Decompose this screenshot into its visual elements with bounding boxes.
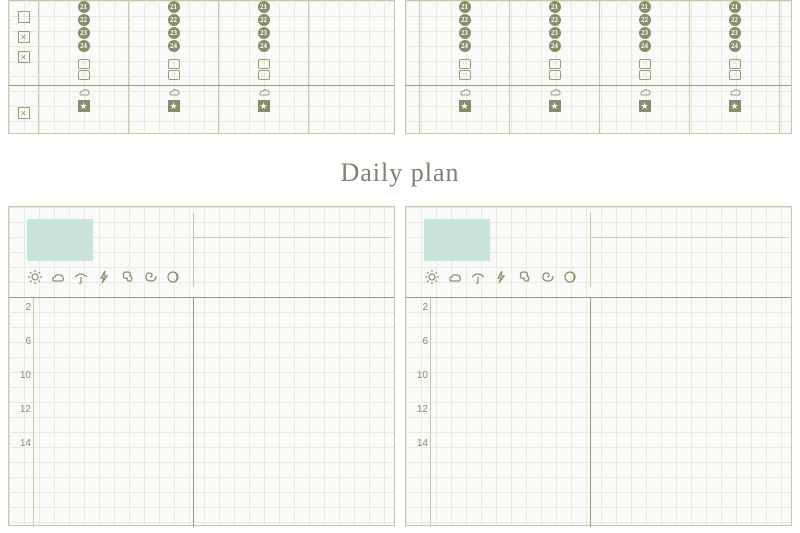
weather-mini-icon (639, 86, 651, 98)
time-label: 6 (13, 336, 31, 370)
star-icon: ★ (459, 100, 471, 112)
star-icon: ★ (729, 100, 741, 112)
hour-badge: 21 (78, 1, 90, 13)
weather-row (424, 269, 578, 285)
weather-mini-icon (258, 86, 270, 98)
wind-icon (516, 269, 532, 285)
spiral-icon (539, 269, 555, 285)
daily-body: 2 6 10 12 14 (406, 297, 791, 527)
spacer-column (406, 1, 420, 133)
spiral-icon (142, 269, 158, 285)
time-label: 14 (13, 438, 31, 472)
mood-face-icon: ·· (78, 70, 90, 80)
checkbox-column: ✕ ✕ ✕ (9, 1, 39, 133)
lightning-icon (96, 269, 112, 285)
time-label: 10 (410, 370, 428, 404)
time-label: 14 (410, 438, 428, 472)
time-axis-divider (430, 298, 431, 527)
checkbox-icon: ✕ (18, 51, 30, 63)
weather-mini-icon (168, 86, 180, 98)
cloud-icon (50, 269, 66, 285)
checkbox-icon: ✕ (18, 107, 30, 119)
checkbox-icon: ✕ (18, 31, 30, 43)
weather-mini-icon (78, 86, 90, 98)
daily-plan-row: 2 6 10 12 14 (0, 206, 800, 526)
panel-divider (9, 85, 394, 86)
time-axis: 2 6 10 12 14 (13, 302, 31, 472)
daily-panel-left: 2 6 10 12 14 (8, 206, 395, 526)
weather-mini-icon (549, 86, 561, 98)
time-label: 6 (410, 336, 428, 370)
time-label: 2 (13, 302, 31, 336)
sun-icon (27, 269, 43, 285)
time-label: 12 (410, 404, 428, 438)
weather-row (27, 269, 181, 285)
center-divider (590, 298, 591, 527)
center-divider (193, 298, 194, 527)
planner-day-column: 21222324 ···· ★ (690, 1, 780, 133)
cloud-icon (447, 269, 463, 285)
weather-mini-icon (459, 86, 471, 98)
daily-body: 2 6 10 12 14 (9, 297, 394, 527)
time-axis: 2 6 10 12 14 (410, 302, 428, 472)
date-block (27, 219, 93, 261)
planner-day-column: 21222324 ···· ★ (510, 1, 600, 133)
moon-icon (165, 269, 181, 285)
moon-icon (562, 269, 578, 285)
daily-header (406, 207, 791, 297)
star-icon: ★ (258, 100, 270, 112)
checkbox-icon (18, 11, 30, 23)
umbrella-icon (73, 269, 89, 285)
header-divider (590, 237, 786, 238)
star-icon: ★ (639, 100, 651, 112)
header-divider (193, 212, 194, 287)
wind-icon (119, 269, 135, 285)
monthly-planner-row: ✕ ✕ ✕ 21 22 23 24 ·· ·· ★ 21222324 ···· (0, 0, 800, 134)
star-icon: ★ (549, 100, 561, 112)
planner-day-column: 21222324 ···· ★ (219, 1, 309, 133)
planner-day-column: 21222324 ···· ★ (129, 1, 219, 133)
mood-row: ·· ·· (78, 59, 90, 80)
lightning-icon (493, 269, 509, 285)
planner-day-column: 21222324 ···· ★ (600, 1, 690, 133)
date-block (424, 219, 490, 261)
time-label: 2 (410, 302, 428, 336)
time-label: 12 (13, 404, 31, 438)
star-icon: ★ (168, 100, 180, 112)
planner-day-column: 21222324 ···· ★ (420, 1, 510, 133)
section-heading: Daily plan (0, 158, 800, 188)
star-icon: ★ (78, 100, 90, 112)
umbrella-icon (470, 269, 486, 285)
weather-mini-icon (729, 86, 741, 98)
monthly-panel-right: 21222324 ···· ★ 21222324 ···· ★ 21222324… (405, 0, 792, 134)
daily-panel-right: 2 6 10 12 14 (405, 206, 792, 526)
hour-badge: 22 (78, 14, 90, 26)
daily-header (9, 207, 394, 297)
panel-divider (406, 85, 791, 86)
header-divider (193, 237, 389, 238)
monthly-panel-left: ✕ ✕ ✕ 21 22 23 24 ·· ·· ★ 21222324 ···· (8, 0, 395, 134)
time-label: 10 (13, 370, 31, 404)
time-axis-divider (33, 298, 34, 527)
hour-stack: 21 22 23 24 (78, 1, 90, 53)
sun-icon (424, 269, 440, 285)
mood-face-icon: ·· (78, 59, 90, 69)
hour-badge: 23 (78, 27, 90, 39)
header-divider (590, 212, 591, 287)
hour-badge: 24 (78, 40, 90, 52)
planner-day-column: 21 22 23 24 ·· ·· ★ (39, 1, 129, 133)
